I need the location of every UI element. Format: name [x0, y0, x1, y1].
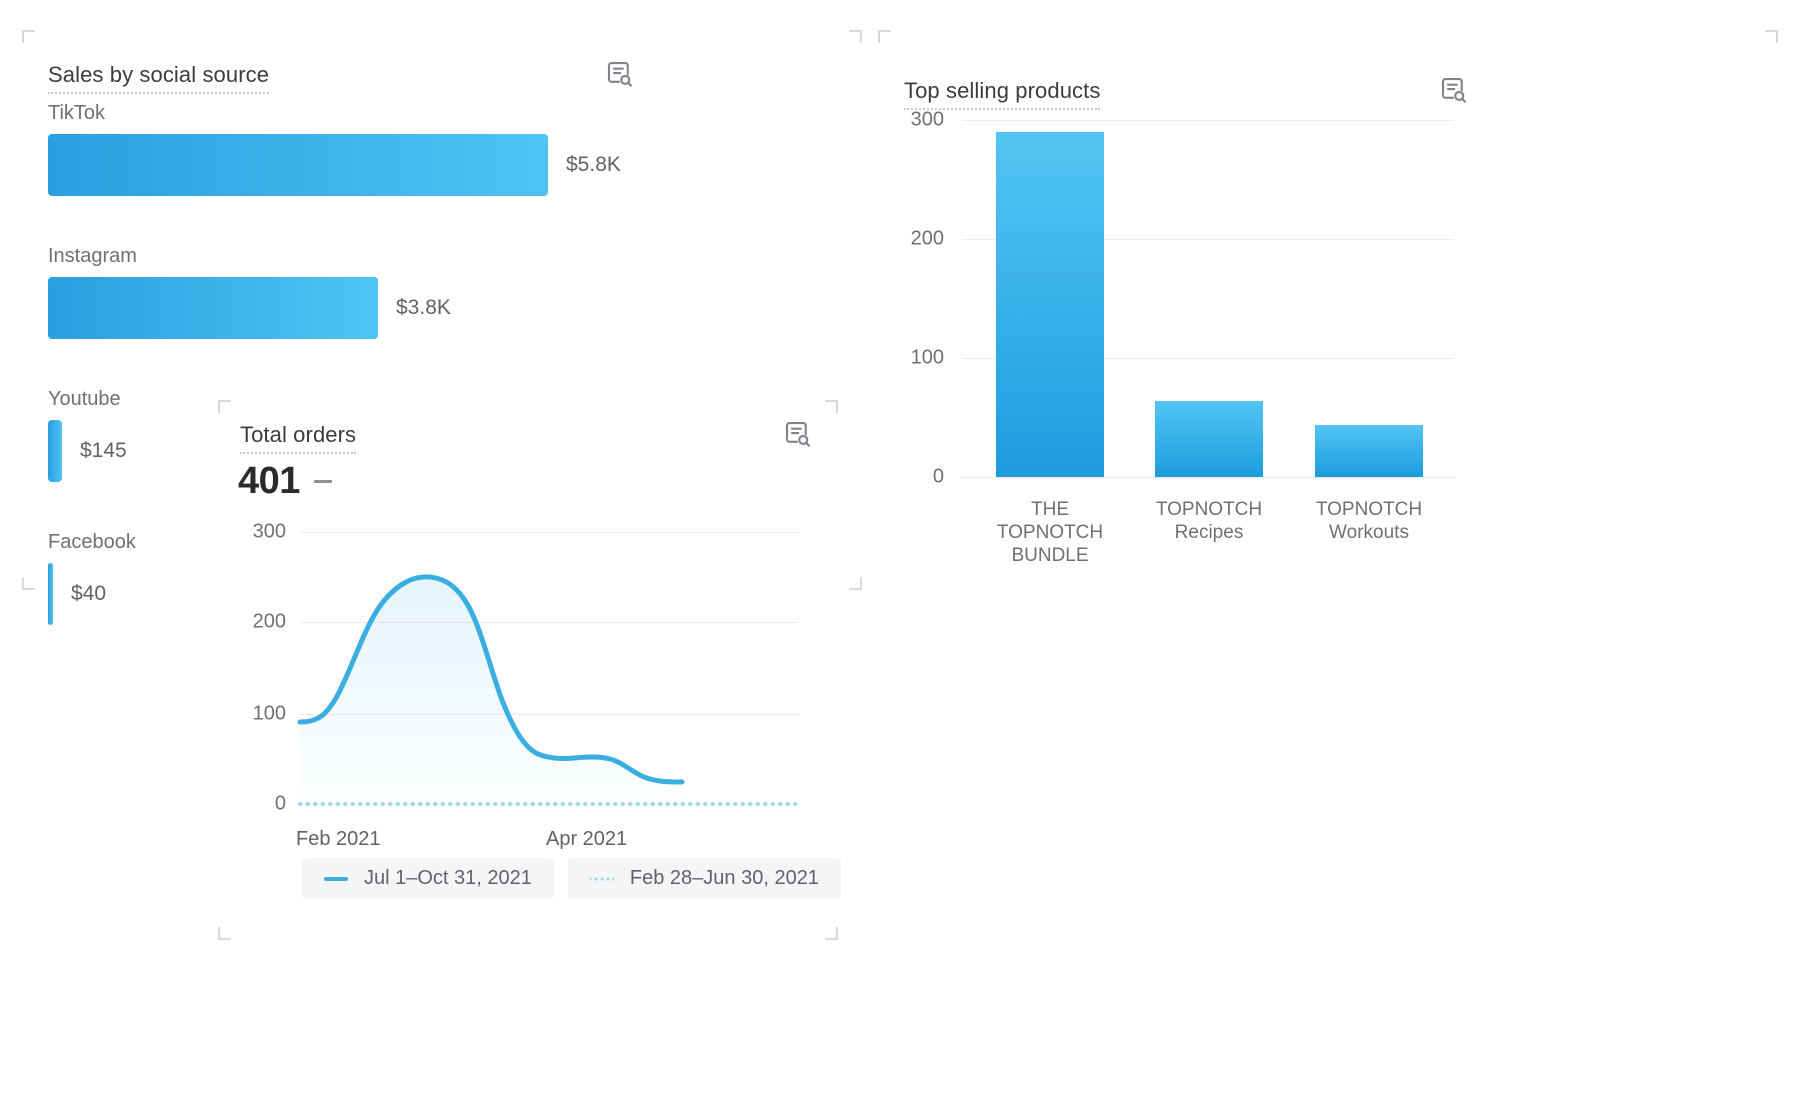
y-axis-tick-label: 0 — [932, 465, 944, 488]
total-orders-card: Total orders 401 300 200 100 0 Feb 2021 … — [218, 400, 841, 940]
product-bar — [1315, 425, 1423, 477]
product-category-label: TOPNOTCH Recipes — [1155, 499, 1263, 543]
social-source-label: Instagram — [48, 245, 137, 267]
total-orders-card-title: Total orders — [240, 422, 357, 454]
card-corner-mark — [218, 924, 234, 940]
social-bar — [48, 134, 548, 196]
card-corner-mark — [22, 574, 38, 590]
card-corner-mark — [846, 30, 862, 46]
social-bar — [48, 277, 378, 339]
legend-label: Feb 28–Jun 30, 2021 — [629, 867, 819, 889]
product-bar — [1155, 401, 1263, 477]
dotted-line-swatch-icon — [589, 876, 614, 881]
report-search-icon[interactable] — [604, 58, 634, 88]
sales-card-title: Sales by social source — [48, 62, 270, 94]
total-orders-line-chart: 300 200 100 0 Feb 2021 Apr 2021 — [218, 510, 838, 850]
product-category-label: TOPNOTCH Workouts — [1315, 499, 1423, 543]
gridline — [962, 120, 1454, 121]
social-row-tiktok: TikTok $5.8K — [48, 102, 828, 196]
solid-line-swatch-icon — [324, 876, 348, 881]
report-search-icon[interactable] — [782, 418, 812, 448]
social-value-label: $40 — [71, 582, 107, 605]
product-category-label: THE TOPNOTCH BUNDLE — [996, 499, 1104, 566]
top-selling-products-card: Top selling products 300 200 100 0 THE T… — [878, 30, 1778, 590]
orders-area-fill — [300, 576, 682, 804]
y-axis-tick-label: 300 — [910, 108, 944, 131]
total-orders-value: 401 — [238, 460, 300, 502]
social-row-instagram: Instagram $3.8K — [48, 245, 828, 339]
total-orders-metric: 401 — [238, 460, 332, 503]
social-value-label: $145 — [80, 439, 127, 462]
top-selling-products-bar-chart: 300 200 100 0 THE TOPNOTCH BUNDLE TOPNOT… — [878, 30, 1778, 590]
social-source-label: TikTok — [48, 102, 106, 124]
card-corner-mark — [22, 30, 38, 46]
social-value-label: $5.8K — [566, 153, 621, 176]
legend-label: Jul 1–Oct 31, 2021 — [364, 867, 532, 889]
gridline — [962, 477, 1454, 478]
card-corner-mark — [846, 574, 862, 590]
x-axis-tick-label: Feb 2021 — [296, 828, 381, 850]
orders-chart-legend: Jul 1–Oct 31, 2021 Feb 28–Jun 30, 2021 — [302, 858, 841, 899]
product-bar — [996, 132, 1104, 477]
y-axis-tick-label: 100 — [910, 346, 944, 369]
social-bar — [48, 420, 62, 482]
social-value-label: $3.8K — [396, 296, 451, 319]
orders-series-svg — [297, 574, 800, 806]
x-axis-tick-label: Apr 2021 — [546, 828, 628, 850]
legend-item-comparison[interactable]: Feb 28–Jun 30, 2021 — [567, 858, 841, 899]
legend-item-primary[interactable]: Jul 1–Oct 31, 2021 — [302, 858, 554, 899]
card-corner-mark — [822, 924, 838, 940]
no-change-dash-icon — [313, 480, 332, 483]
social-bar — [48, 563, 53, 625]
card-corner-mark — [822, 400, 838, 416]
y-axis-tick-label: 200 — [910, 227, 944, 250]
card-corner-mark — [218, 400, 234, 416]
